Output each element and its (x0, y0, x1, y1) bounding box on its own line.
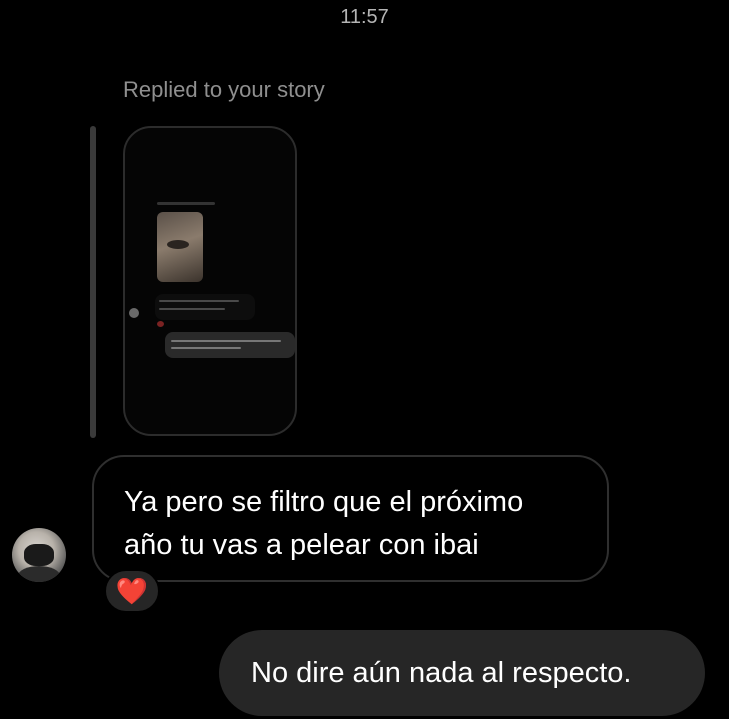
story-preview-message-bubble (155, 294, 255, 320)
replied-to-story-label: Replied to your story (123, 77, 325, 102)
reply-indicator-bar (90, 126, 96, 438)
story-preview-header (157, 202, 215, 205)
received-message-bubble[interactable]: Ya pero se filtro que el próximo año tu … (92, 455, 609, 582)
story-preview-heart-icon (157, 321, 164, 327)
story-preview-thumbnail[interactable] (123, 126, 297, 436)
story-preview-avatar (129, 308, 139, 318)
story-preview-reply-bubble (165, 332, 295, 358)
sender-avatar[interactable] (12, 528, 66, 582)
message-timestamp: 11:57 (340, 6, 389, 28)
story-preview-photo (157, 212, 203, 282)
heart-reaction-icon[interactable]: ❤️ (104, 569, 160, 613)
sent-message-bubble[interactable]: No dire aún nada al respecto. (219, 630, 705, 716)
